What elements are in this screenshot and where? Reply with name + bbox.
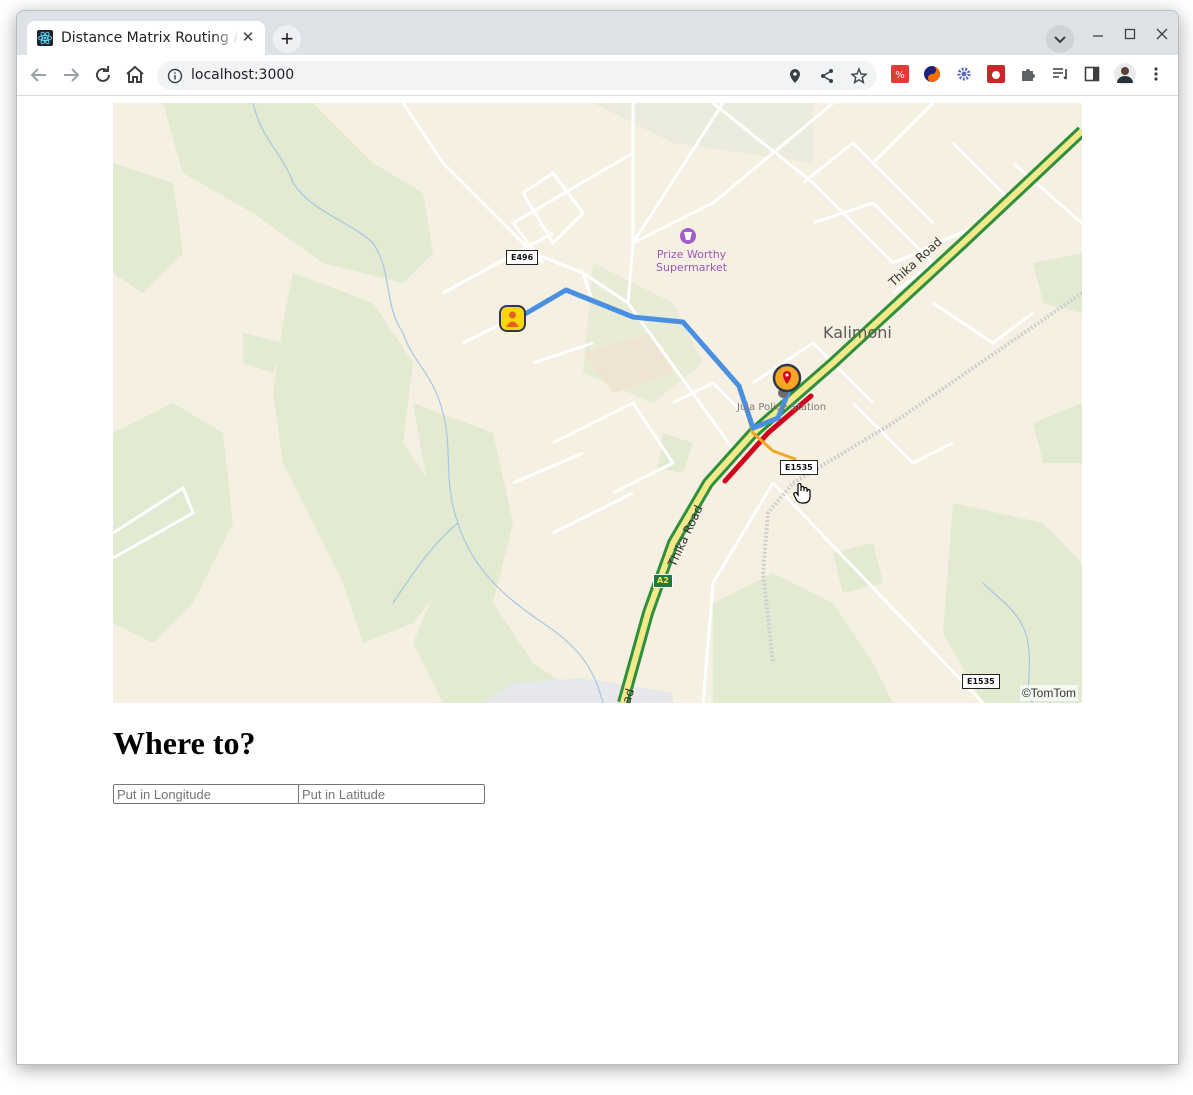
- latitude-input[interactable]: [298, 784, 485, 804]
- tab-strip: Distance Matrix Routing App ✕ +: [17, 11, 1178, 55]
- minimize-button[interactable]: [1085, 25, 1111, 45]
- forward-arrow-icon[interactable]: [59, 63, 83, 87]
- side-panel-icon[interactable]: [1083, 65, 1101, 83]
- share-icon[interactable]: [818, 67, 836, 85]
- minimize-icon: [1093, 35, 1103, 37]
- new-tab-button[interactable]: +: [273, 25, 301, 53]
- start-marker[interactable]: [499, 305, 526, 332]
- extension-gear-icon[interactable]: [955, 65, 973, 83]
- svg-text:%: %: [895, 70, 905, 81]
- map-canvas[interactable]: [113, 103, 1082, 703]
- maximize-icon: [1124, 28, 1136, 40]
- road-shield-e1535: E1535: [780, 460, 818, 475]
- extension-percent-icon[interactable]: %: [891, 65, 909, 83]
- reload-icon[interactable]: [91, 63, 115, 87]
- page-title: Where to?: [113, 725, 256, 761]
- browser-tab[interactable]: Distance Matrix Routing App ✕: [27, 21, 265, 55]
- tab-title: Distance Matrix Routing App: [61, 30, 239, 46]
- map-copyright: ©TomTom: [1019, 685, 1078, 701]
- map-view[interactable]: Prize Worthy Supermarket Kalimoni Thika …: [113, 103, 1082, 703]
- maximize-button[interactable]: [1117, 25, 1143, 45]
- info-icon[interactable]: [167, 68, 183, 84]
- road-shield-e1535-south: E1535: [962, 674, 1000, 689]
- browser-window: Distance Matrix Routing App ✕ +: [16, 10, 1179, 1065]
- reading-list-icon[interactable]: [1051, 65, 1069, 83]
- road-shield-e496: E496: [506, 250, 539, 265]
- vegetation-areas: [113, 103, 1082, 703]
- kebab-menu-icon[interactable]: [1147, 65, 1165, 83]
- react-icon: [37, 30, 53, 46]
- extensions-puzzle-icon[interactable]: [1019, 65, 1037, 83]
- address-bar[interactable]: localhost:3000: [157, 61, 877, 90]
- close-window-button[interactable]: [1149, 25, 1175, 45]
- hand-cursor-icon: [793, 482, 811, 504]
- home-icon[interactable]: [123, 63, 147, 87]
- bookmark-star-icon[interactable]: [850, 67, 868, 85]
- profile-avatar[interactable]: [1114, 63, 1136, 85]
- area-label-kalimoni: Kalimoni: [823, 323, 892, 342]
- longitude-input[interactable]: [113, 784, 300, 804]
- tab-search-button[interactable]: [1046, 25, 1074, 53]
- close-icon: [1156, 28, 1168, 40]
- browser-toolbar: localhost:3000 %: [17, 55, 1178, 96]
- poi-label: Prize Worthy Supermarket: [656, 248, 728, 274]
- tab-close-icon[interactable]: ✕: [239, 29, 257, 47]
- road-shield-a2: A2: [653, 574, 673, 588]
- back-arrow-icon[interactable]: [27, 63, 51, 87]
- chevron-down-icon: [1054, 36, 1066, 44]
- extension-bug-icon[interactable]: [987, 65, 1005, 83]
- extension-swirl-icon[interactable]: [923, 65, 941, 83]
- police-station-label: Juja Police Station: [737, 402, 827, 413]
- url-text[interactable]: localhost:3000: [191, 67, 294, 84]
- supermarket-poi-icon[interactable]: [680, 228, 696, 244]
- location-icon[interactable]: [786, 67, 804, 85]
- page-content: Prize Worthy Supermarket Kalimoni Thika …: [17, 96, 1178, 1064]
